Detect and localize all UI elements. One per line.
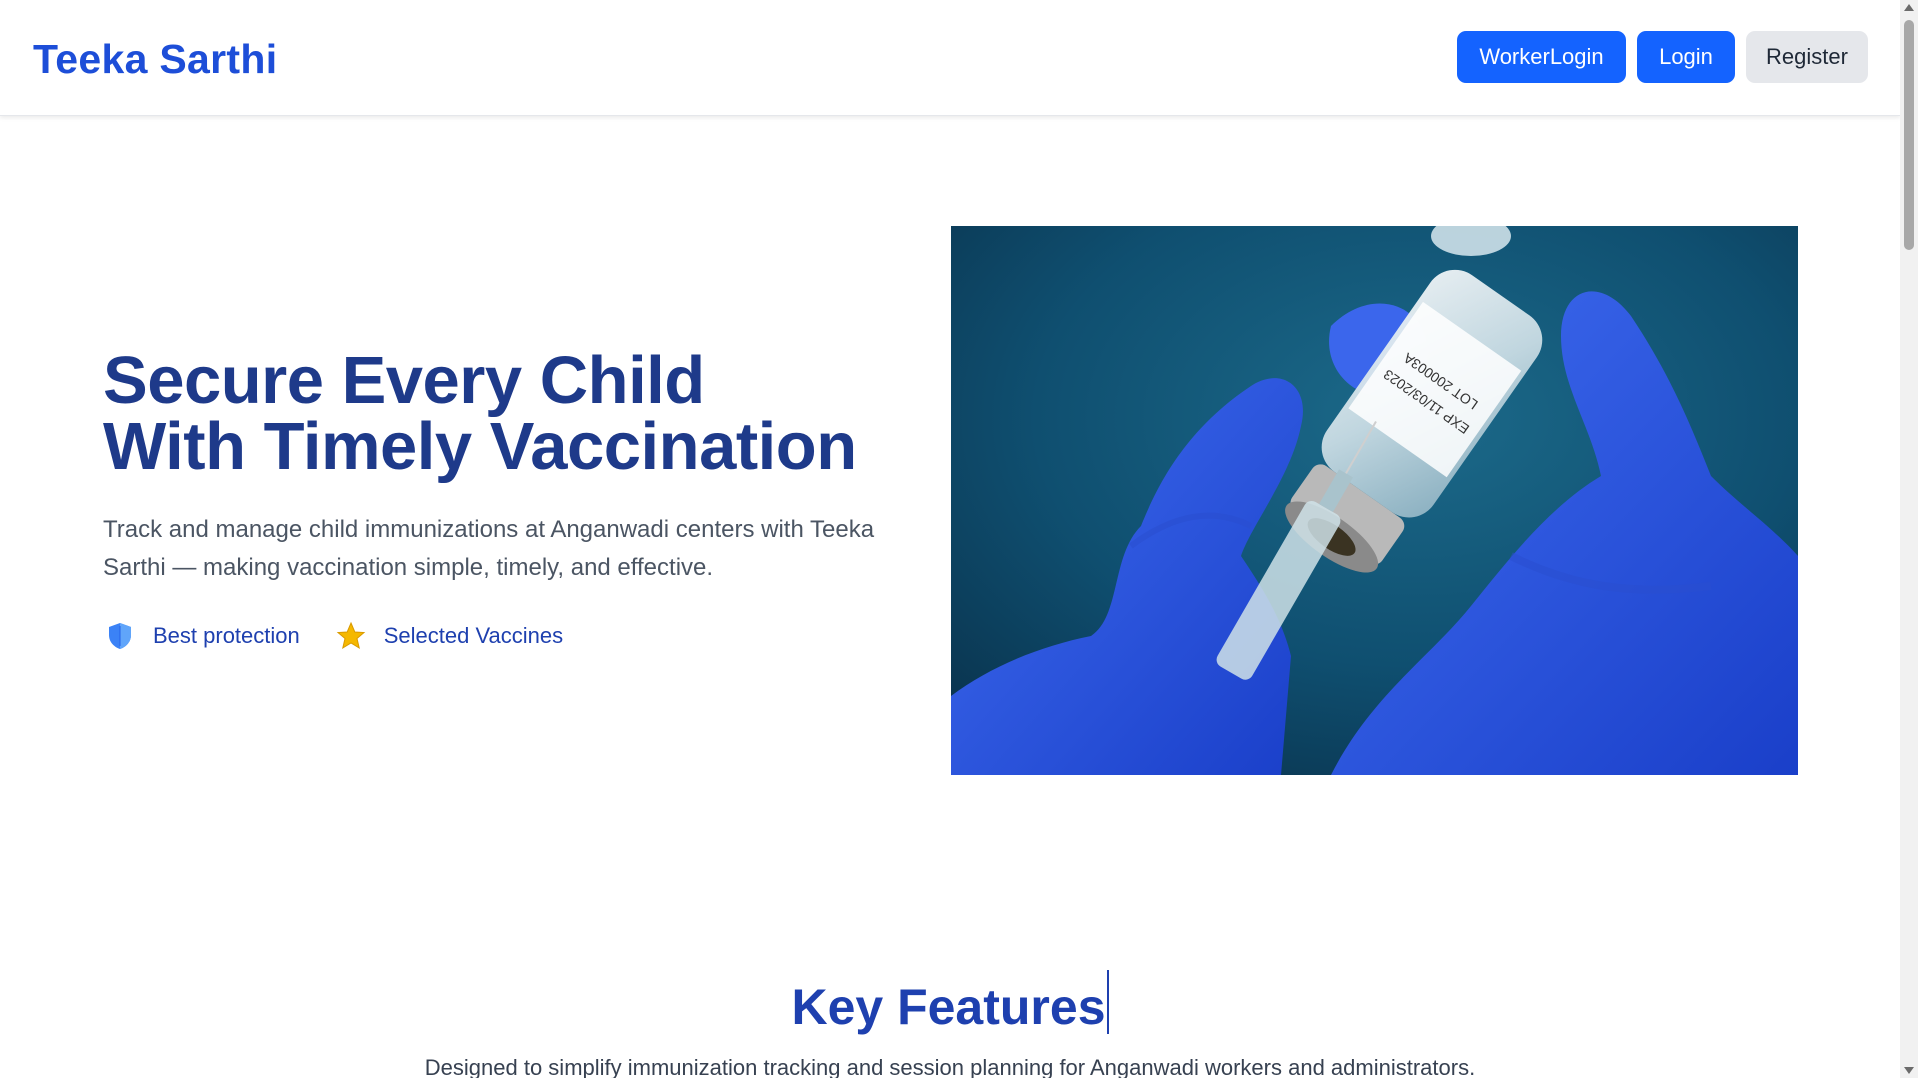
register-button[interactable]: Register <box>1746 31 1868 83</box>
scroll-up-arrow-icon[interactable] <box>1904 4 1914 11</box>
hero-description: Track and manage child immunizations at … <box>103 516 875 581</box>
page: Teeka Sarthi WorkerLogin Login Register … <box>0 0 1900 1078</box>
shield-icon <box>105 621 135 651</box>
navbar: Teeka Sarthi WorkerLogin Login Register <box>0 0 1900 116</box>
scroll-thumb[interactable] <box>1904 20 1914 250</box>
features-subtitle: Designed to simplify immunization tracki… <box>424 1055 1476 1078</box>
vertical-scrollbar[interactable] <box>1900 0 1918 1078</box>
hero-title-line2: With Timely Vaccination <box>103 409 857 484</box>
features-title: Key Features <box>0 970 1900 1036</box>
text-caret <box>1106 970 1109 1034</box>
hero-vaccine-image: LOT 200003A EXP 11/03/2023 <box>951 226 1798 775</box>
badge-label: Best protection <box>153 623 300 648</box>
badge-selected-vaccines: Selected Vaccines <box>336 621 563 651</box>
login-button[interactable]: Login <box>1637 31 1735 83</box>
brand-logo[interactable]: Teeka Sarthi <box>33 36 277 83</box>
badge-label: Selected Vaccines <box>383 623 564 648</box>
hero-title-line1: Secure Every Child <box>103 343 705 418</box>
hero-badges: Best protection Selected Vaccines <box>105 621 563 651</box>
hero-title: Secure Every Child With Timely Vaccinati… <box>103 347 923 480</box>
badge-best-protection: Best protection <box>105 621 300 651</box>
features-title-text: Key Features <box>791 979 1106 1035</box>
star-icon <box>336 621 366 651</box>
scroll-down-arrow-icon[interactable] <box>1904 1067 1914 1074</box>
worker-login-button[interactable]: WorkerLogin <box>1457 31 1626 83</box>
